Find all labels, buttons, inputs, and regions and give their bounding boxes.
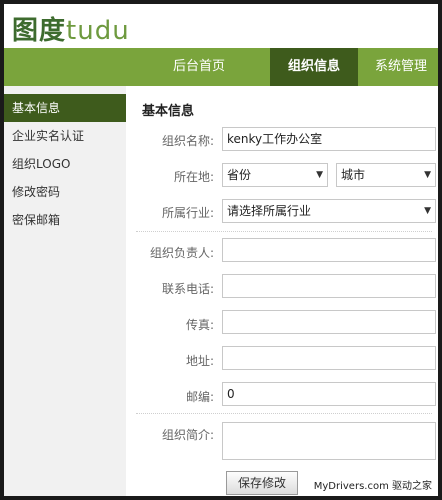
phone-label: 联系电话: bbox=[161, 282, 214, 296]
org-name-input[interactable]: kenky工作办公室 bbox=[222, 127, 436, 151]
address-input[interactable] bbox=[222, 346, 436, 370]
main-content: 基本信息 组织名称: kenky工作办公室 所在地: 省份 ▼ 城市 ▼ 所属行… bbox=[126, 86, 438, 496]
window: 图度tudu 后台首页 组织信息 系统管理 基本信息 企业实名认证 组织LOGO… bbox=[4, 4, 438, 496]
sidebar-item-basic-info[interactable]: 基本信息 bbox=[4, 94, 126, 122]
manager-input[interactable] bbox=[222, 238, 436, 262]
topbar: 图度tudu bbox=[4, 4, 438, 48]
address-label: 地址: bbox=[185, 354, 214, 368]
logo-cn: 图度 bbox=[12, 16, 67, 46]
save-button[interactable]: 保存修改 bbox=[226, 471, 298, 495]
province-value: 省份 bbox=[227, 168, 252, 182]
sidebar-item-verification[interactable]: 企业实名认证 bbox=[4, 122, 126, 150]
chevron-down-icon: ▼ bbox=[424, 206, 431, 216]
fax-input[interactable] bbox=[222, 310, 436, 334]
nav-org-info[interactable]: 组织信息 bbox=[270, 48, 358, 86]
zipcode-input[interactable]: 0 bbox=[222, 382, 436, 406]
phone-input[interactable] bbox=[222, 274, 436, 298]
main-nav: 后台首页 组织信息 系统管理 bbox=[4, 48, 438, 86]
logo[interactable]: 图度tudu bbox=[12, 10, 130, 47]
sidebar-item-password[interactable]: 修改密码 bbox=[4, 178, 126, 206]
zipcode-label: 邮编: bbox=[185, 390, 214, 404]
org-name-label: 组织名称: bbox=[161, 134, 214, 148]
manager-label: 组织负责人: bbox=[149, 246, 214, 260]
industry-select[interactable]: 请选择所属行业 ▼ bbox=[222, 199, 436, 223]
intro-textarea[interactable] bbox=[222, 422, 436, 460]
intro-label: 组织简介: bbox=[161, 428, 214, 442]
nav-system[interactable]: 系统管理 bbox=[364, 48, 438, 86]
sidebar-item-security-email[interactable]: 密保邮箱 bbox=[4, 206, 126, 234]
industry-label: 所属行业: bbox=[161, 206, 214, 220]
city-select[interactable]: 城市 ▼ bbox=[336, 163, 436, 187]
industry-value: 请选择所属行业 bbox=[227, 204, 312, 218]
sidebar-item-logo[interactable]: 组织LOGO bbox=[4, 150, 126, 178]
watermark: MyDrivers.com 驱动之家 bbox=[313, 481, 432, 492]
fax-label: 传真: bbox=[185, 318, 214, 332]
city-value: 城市 bbox=[341, 168, 366, 182]
logo-en: tudu bbox=[66, 16, 130, 46]
chevron-down-icon: ▼ bbox=[424, 170, 431, 180]
location-label: 所在地: bbox=[173, 170, 214, 184]
sidebar: 基本信息 企业实名认证 组织LOGO 修改密码 密保邮箱 bbox=[4, 86, 126, 496]
province-select[interactable]: 省份 ▼ bbox=[222, 163, 328, 187]
chevron-down-icon: ▼ bbox=[316, 170, 323, 180]
nav-home[interactable]: 后台首页 bbox=[154, 48, 244, 86]
divider bbox=[136, 231, 432, 232]
divider bbox=[136, 413, 432, 414]
section-title: 基本信息 bbox=[142, 104, 195, 119]
